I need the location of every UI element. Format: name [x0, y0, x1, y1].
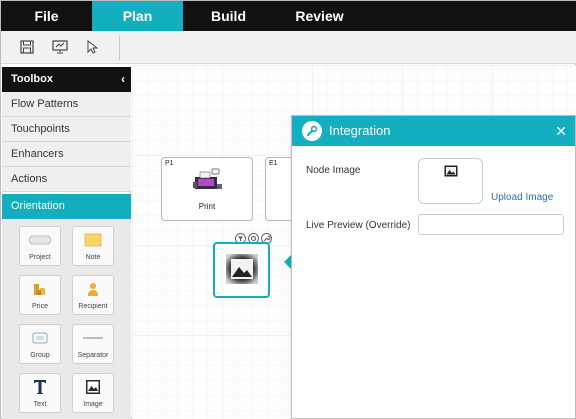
- sidebar-item-flow-patterns[interactable]: Flow Patterns: [2, 92, 131, 117]
- tile-label: Separator: [77, 352, 109, 359]
- save-button[interactable]: [16, 36, 38, 58]
- tile-label: Project: [29, 254, 51, 261]
- toolbar-divider: [119, 35, 120, 60]
- panel-pointer: [284, 255, 291, 269]
- tab-review[interactable]: Review: [274, 1, 365, 31]
- sidebar-item-touchpoints[interactable]: Touchpoints: [2, 117, 131, 142]
- panel-header: Integration ✕: [292, 116, 575, 146]
- node-image-selected[interactable]: [213, 242, 270, 298]
- menu-bar: File Plan Build Review: [1, 1, 576, 31]
- separator-icon: [83, 337, 103, 339]
- node-tag: P1: [165, 160, 174, 167]
- printer-icon: [193, 168, 222, 189]
- wrench-icon: [302, 121, 322, 141]
- group-icon: [32, 332, 48, 344]
- orientation-tiles: Project Note Price Recipient Group Separ…: [2, 219, 131, 419]
- toolbox-sidebar: Toolbox ‹ Flow Patterns Touchpoints Enha…: [2, 67, 131, 419]
- note-icon: [84, 233, 102, 247]
- tab-build[interactable]: Build: [183, 1, 274, 31]
- recipient-icon: [88, 283, 98, 296]
- tile-project[interactable]: Project: [19, 226, 61, 266]
- tab-plan[interactable]: Plan: [92, 1, 183, 31]
- toolbar: [1, 31, 576, 64]
- tile-image[interactable]: Image: [72, 373, 114, 413]
- toolbox-title: Toolbox: [11, 73, 53, 85]
- tile-label: Note: [85, 254, 101, 261]
- upload-image-link[interactable]: Upload Image: [491, 192, 553, 203]
- node-name: Print: [198, 202, 216, 211]
- pointer-icon: [87, 40, 98, 54]
- node-image-label: Node Image: [306, 165, 361, 176]
- text-icon: [34, 380, 46, 394]
- tile-recipient[interactable]: Recipient: [72, 275, 114, 315]
- tile-text[interactable]: Text: [19, 373, 61, 413]
- sidebar-item-enhancers[interactable]: Enhancers: [2, 142, 131, 167]
- present-button[interactable]: [49, 36, 71, 58]
- tile-label: Image: [83, 401, 103, 408]
- sidebar-item-orientation[interactable]: Orientation: [2, 194, 131, 219]
- live-preview-label: Live Preview (Override): [306, 220, 411, 231]
- close-icon[interactable]: ✕: [555, 116, 567, 146]
- tab-file[interactable]: File: [1, 1, 92, 31]
- tile-label: Price: [32, 303, 48, 310]
- image-icon: [226, 254, 258, 284]
- tile-label: Text: [33, 401, 47, 408]
- toolbox-header: Toolbox ‹: [2, 67, 131, 92]
- presentation-icon: [52, 40, 68, 54]
- tile-separator[interactable]: Separator: [72, 324, 114, 364]
- save-icon: [20, 40, 34, 54]
- tile-note[interactable]: Note: [72, 226, 114, 266]
- node-image-preview[interactable]: [418, 158, 483, 204]
- tile-label: Group: [30, 352, 50, 359]
- tile-group[interactable]: Group: [19, 324, 61, 364]
- project-icon: [28, 235, 52, 245]
- live-preview-input[interactable]: [418, 214, 564, 235]
- pointer-button[interactable]: [81, 36, 103, 58]
- price-icon: [34, 284, 45, 295]
- image-icon: [444, 165, 458, 177]
- tile-price[interactable]: Price: [19, 275, 61, 315]
- sidebar-item-actions[interactable]: Actions: [2, 167, 131, 192]
- tile-label: Recipient: [78, 303, 108, 310]
- image-icon: [86, 380, 100, 394]
- node-print[interactable]: P1 Print: [161, 157, 253, 221]
- integration-panel: Integration ✕ Node Image Upload Image Li…: [291, 115, 576, 419]
- panel-title: Integration: [329, 123, 391, 138]
- collapse-chevron-icon[interactable]: ‹: [121, 67, 125, 92]
- node-tag: E1: [269, 160, 278, 167]
